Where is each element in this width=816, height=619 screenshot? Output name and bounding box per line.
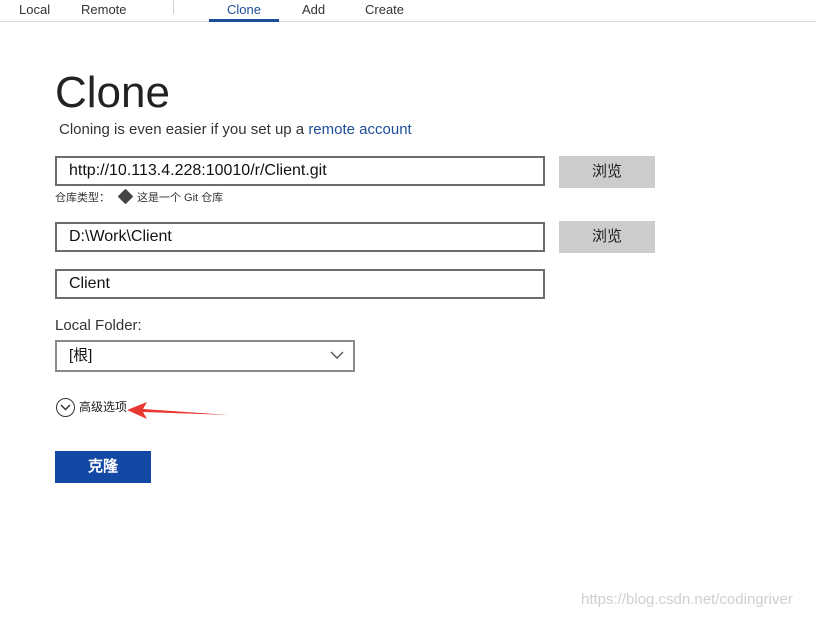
tab-divider (173, 0, 174, 14)
tab-remote[interactable]: Remote (81, 2, 127, 17)
page-title: Clone (55, 68, 170, 117)
active-tab-indicator (209, 19, 279, 22)
repo-type-info: 仓库类型： 这是一个 Git 仓库 (55, 188, 224, 205)
tab-clone[interactable]: Clone (227, 2, 261, 17)
browse-destination-button[interactable]: 浏览 (559, 221, 655, 253)
watermark: https://blog.csdn.net/codingriver (581, 591, 793, 608)
chevron-down-circle-icon (56, 398, 75, 418)
local-folder-value: [根] (69, 347, 93, 364)
page-subtitle: Cloning is even easier if you set up a r… (59, 121, 412, 138)
local-folder-label: Local Folder: (55, 317, 142, 334)
git-icon (117, 188, 134, 205)
subtitle-text: Cloning is even easier if you set up a (59, 121, 309, 138)
advanced-options-toggle[interactable]: 高级选项 (56, 398, 127, 418)
top-tab-bar: Local Remote Clone Add Create (0, 0, 816, 22)
red-arrow-annotation (127, 402, 229, 419)
bookmark-name-input[interactable]: Client (55, 269, 545, 299)
tab-create[interactable]: Create (365, 2, 404, 17)
local-folder-select[interactable]: [根] (55, 340, 355, 372)
advanced-options-label: 高级选项 (79, 400, 128, 414)
source-url-input[interactable]: http://10.113.4.228:10010/r/Client.git (55, 156, 545, 186)
destination-path-input[interactable]: D:\Work\Client (55, 222, 545, 252)
tab-add[interactable]: Add (302, 2, 325, 17)
chevron-down-icon (330, 351, 344, 359)
clone-button[interactable]: 克隆 (55, 451, 151, 483)
repo-type-value: 这是一个 Git 仓库 (137, 192, 224, 204)
remote-account-link[interactable]: remote account (308, 121, 411, 138)
tab-local[interactable]: Local (19, 2, 50, 17)
repo-type-label: 仓库类型： (55, 192, 110, 204)
browse-source-button[interactable]: 浏览 (559, 156, 655, 188)
